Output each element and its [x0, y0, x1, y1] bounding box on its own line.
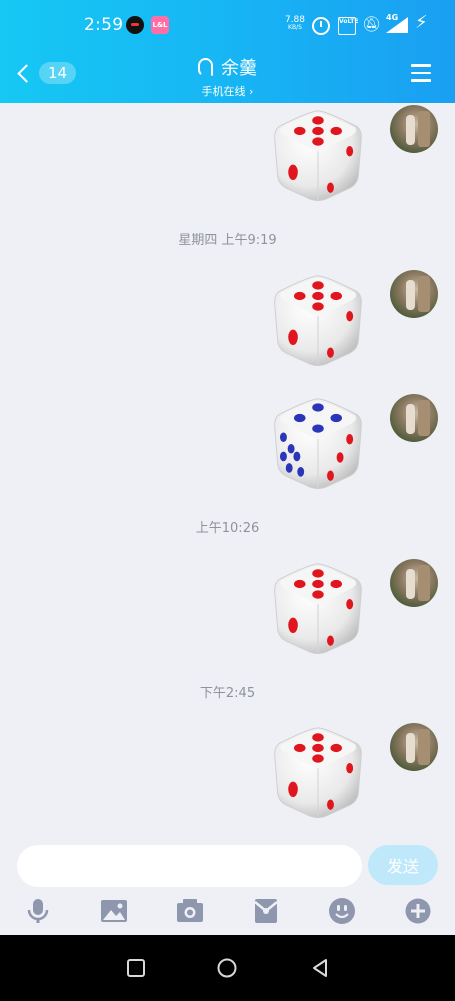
camera-icon[interactable] — [176, 897, 204, 925]
send-button[interactable]: 发送 — [368, 845, 438, 885]
dice-message[interactable] — [270, 560, 366, 656]
dice-message[interactable] — [270, 107, 366, 203]
menu-line — [411, 79, 431, 82]
menu-line — [411, 71, 431, 74]
charging-icon: ⚡︎ — [415, 12, 428, 33]
timestamp: 星期四 上午9:19 — [178, 233, 277, 248]
voice-icon[interactable] — [24, 897, 52, 925]
network-speed: 7.88 KB/S — [284, 16, 306, 32]
image-icon[interactable] — [100, 897, 128, 925]
menu-line — [411, 64, 431, 67]
status-bar: 2:59 L&L 7.88 KB/S VoLTE 🔕︎ 4G ⚡︎ — [0, 0, 455, 50]
avatar[interactable] — [390, 270, 438, 318]
system-nav-bar — [0, 935, 455, 1001]
recents-button[interactable] — [125, 957, 147, 979]
timestamp: 下午2:45 — [199, 686, 256, 701]
contact-name: 余羹 — [221, 58, 257, 79]
online-status: 手机在线 › — [201, 84, 254, 98]
emoji-icon[interactable] — [328, 897, 356, 925]
alarm-icon — [312, 17, 330, 35]
chat-title[interactable]: 余羹 手机在线 › — [0, 54, 455, 99]
signal-icon — [386, 17, 408, 33]
plus-icon[interactable] — [404, 897, 432, 925]
avatar[interactable] — [390, 559, 438, 607]
back-nav-button[interactable] — [309, 957, 331, 979]
avatar[interactable] — [390, 105, 438, 153]
volte-icon: VoLTE — [338, 17, 358, 35]
chat-area[interactable]: 星期四 上午9:19 上午10:26 下午2:45 — [0, 103, 455, 833]
input-toolbar — [0, 895, 455, 927]
status-time: 2:59 — [84, 15, 124, 35]
timestamp: 上午10:26 — [195, 521, 260, 536]
home-button[interactable] — [216, 957, 238, 979]
mute-icon: 🔕︎ — [362, 15, 382, 33]
chat-header: 14 余羹 手机在线 › — [0, 50, 455, 103]
app-notification-icon — [126, 16, 144, 34]
input-bar: 发送 — [0, 833, 455, 935]
message-input[interactable] — [17, 845, 362, 887]
avatar[interactable] — [390, 723, 438, 771]
avatar[interactable] — [390, 394, 438, 442]
network-speed-unit: KB/S — [288, 24, 302, 31]
dice-message[interactable] — [270, 724, 366, 820]
dice-message[interactable] — [270, 395, 366, 491]
dice-message[interactable] — [270, 272, 366, 368]
top-bar: 2:59 L&L 7.88 KB/S VoLTE 🔕︎ 4G ⚡︎ 14 余羹 … — [0, 0, 455, 103]
menu-button[interactable] — [411, 64, 431, 87]
ear-icon — [198, 57, 213, 77]
red-packet-icon[interactable] — [252, 897, 280, 925]
app-notification-icon-2: L&L — [151, 16, 169, 34]
